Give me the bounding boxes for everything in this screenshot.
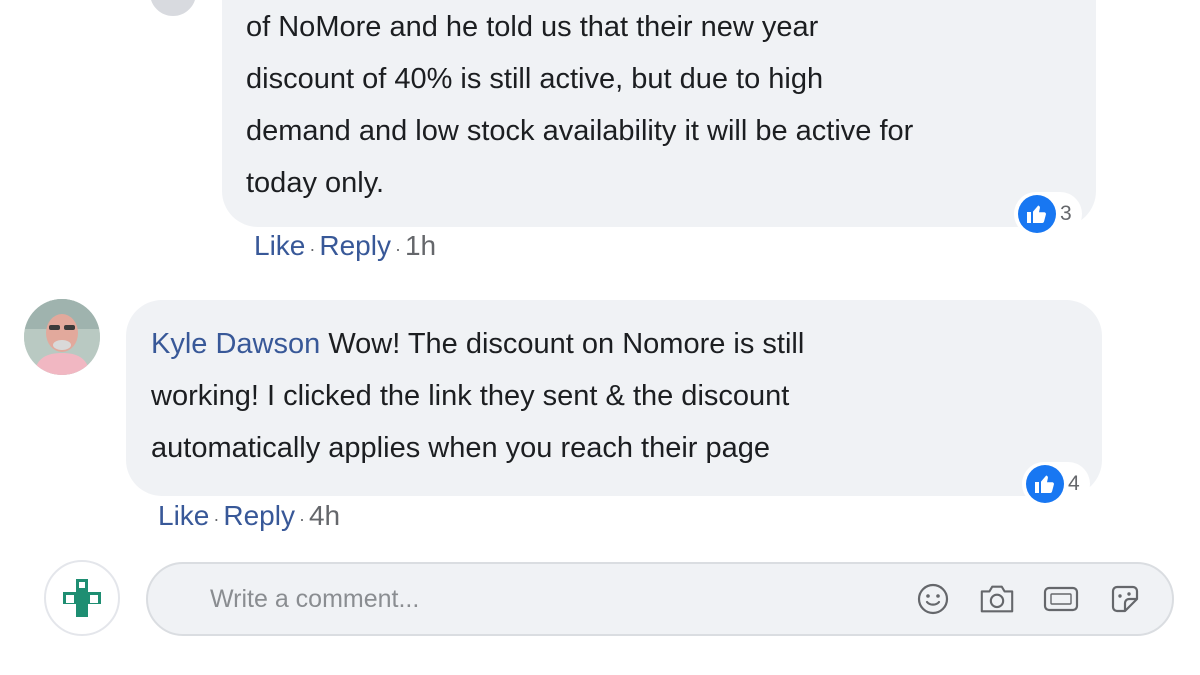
sticker-icon[interactable] [1106,580,1144,618]
comment-text-line: of NoMore and he told us that their new … [246,11,819,43]
like-reaction-icon [1018,195,1056,233]
comment-text: Wow! The discount on Nomore is still [328,328,805,360]
separator: · [298,509,305,529]
comment-input[interactable] [208,578,852,620]
comment-actions: Like · Reply · 1h [254,230,436,262]
reaction-summary[interactable]: 4 [1022,462,1090,506]
like-reaction-icon [1026,465,1064,503]
reaction-summary[interactable]: 3 [1014,192,1082,236]
comment-text-line: demand and low stock availability it wil… [246,115,914,147]
comment-composer [146,562,1174,636]
comment-thread: of NoMore and he told us that their new … [0,0,1200,675]
avatar[interactable] [24,299,100,375]
reply-link[interactable]: Reply [319,230,391,262]
avatar[interactable] [148,0,198,18]
comment-bubble: of NoMore and he told us that their new … [222,0,1096,227]
comment-author[interactable]: Kyle Dawson [151,328,320,360]
comment-text-line: automatically applies when you reach the… [151,432,771,464]
separator: · [309,239,316,259]
comment-text-line: Kyle Dawson Wow! The discount on Nomore … [151,318,1078,370]
medical-cross-logo-icon [63,579,101,617]
reply-link[interactable]: Reply [223,500,295,532]
composer-icons [914,580,1144,618]
like-link[interactable]: Like [158,500,209,532]
camera-icon[interactable] [978,580,1016,618]
comment-text-line: today only. [246,167,385,199]
comment-text-line: working! I clicked the link they sent & … [151,380,790,412]
separator: · [213,509,220,529]
reaction-count: 4 [1068,472,1080,495]
timestamp[interactable]: 4h [309,500,340,532]
comment-bubble: Kyle Dawson Wow! The discount on Nomore … [126,300,1102,496]
like-link[interactable]: Like [254,230,305,262]
gif-icon[interactable] [1042,580,1080,618]
current-user-avatar[interactable] [44,560,120,636]
separator: · [394,239,401,259]
comment-text-line: discount of 40% is still active, but due… [246,63,824,95]
timestamp[interactable]: 1h [405,230,436,262]
comment-actions: Like · Reply · 4h [158,500,340,532]
emoji-icon[interactable] [914,580,952,618]
reaction-count: 3 [1060,202,1072,225]
